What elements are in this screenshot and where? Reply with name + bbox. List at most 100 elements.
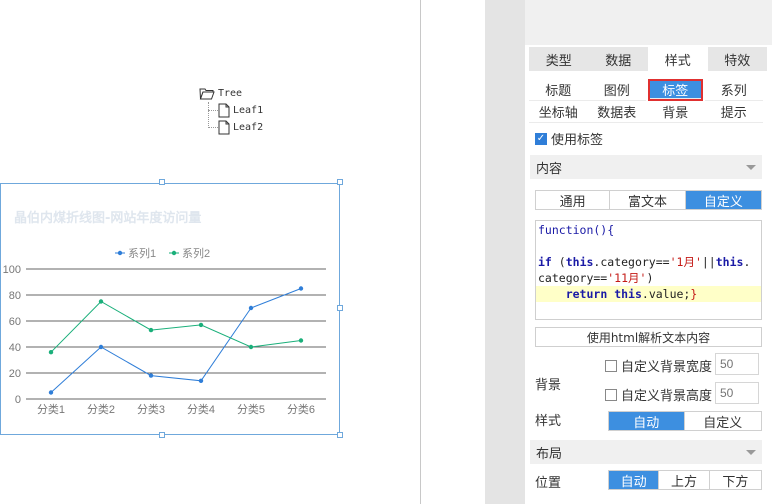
position-label: 位置 xyxy=(535,476,562,491)
x-tick-label: 分类2 xyxy=(87,402,115,416)
tab-type[interactable]: 类型 xyxy=(529,47,589,71)
content-section-title: 内容 xyxy=(536,161,563,177)
y-tick-label: 0 xyxy=(15,394,21,406)
y-tick-label: 80 xyxy=(9,290,21,302)
background-label: 背景 xyxy=(535,378,562,393)
code-token: || xyxy=(701,255,716,269)
style-label: 样式 xyxy=(535,414,562,429)
tree-leaf-label: Leaf2 xyxy=(233,122,264,133)
tree-root[interactable]: Tree xyxy=(199,87,242,100)
tab-effects[interactable]: 特效 xyxy=(708,47,768,71)
code-token: } xyxy=(690,287,698,301)
file-icon xyxy=(218,103,230,118)
code-token: if xyxy=(538,255,552,269)
code-token: this xyxy=(715,255,744,269)
content-mode-richtext[interactable]: 富文本 xyxy=(610,191,686,210)
tab-data[interactable]: 数据 xyxy=(589,47,649,71)
folder-open-icon xyxy=(199,88,215,100)
subtab-label[interactable]: 标签 xyxy=(648,79,703,101)
data-point xyxy=(98,344,104,350)
code-token: . xyxy=(743,255,751,269)
x-tick-label: 分类4 xyxy=(187,402,215,416)
code-token: function(){ xyxy=(538,223,615,237)
x-tick-label: 分类6 xyxy=(287,402,315,416)
legend-label: 系列2 xyxy=(182,246,210,260)
subtab-title[interactable]: 标题 xyxy=(529,79,588,101)
subtab-datasheet[interactable]: 数据表 xyxy=(587,101,646,123)
code-token: category== xyxy=(538,271,608,285)
data-point xyxy=(298,338,304,343)
data-point xyxy=(248,305,254,311)
style-mode-custom[interactable]: 自定义 xyxy=(685,412,762,431)
subtab-background[interactable]: 背景 xyxy=(646,101,705,123)
style-sub-tabs: 标题 图例 标签 系列 坐标轴 数据表 背景 提示 xyxy=(529,79,763,123)
data-point xyxy=(248,344,254,350)
content-mode-selector: 通用 富文本 自定义 xyxy=(535,190,762,210)
content-section-header[interactable]: 内容 xyxy=(530,155,762,179)
y-tick-label: 20 xyxy=(9,368,21,380)
subtab-series[interactable]: 系列 xyxy=(704,79,763,101)
code-token: .category== xyxy=(593,255,670,269)
content-mode-general[interactable]: 通用 xyxy=(536,191,611,210)
tree-leaf[interactable]: Leaf1 xyxy=(218,103,263,118)
custom-bg-width-text: 自定义背景宽度 xyxy=(621,360,713,375)
custom-bg-height-checkbox[interactable] xyxy=(605,388,617,401)
data-point xyxy=(198,322,204,328)
layout-section-header[interactable]: 布局 xyxy=(530,440,762,464)
legend-marker xyxy=(117,250,123,256)
tree-root-label: Tree xyxy=(218,88,243,99)
html-parse-button[interactable]: 使用html解析文本内容 xyxy=(535,327,762,347)
custom-bg-height-option[interactable]: 自定义背景高度 xyxy=(605,385,712,404)
position-mode-top[interactable]: 上方 xyxy=(659,471,710,490)
tree-leaf-label: Leaf1 xyxy=(233,105,264,116)
custom-bg-width-option[interactable]: 自定义背景宽度 xyxy=(605,356,712,375)
use-label-checkbox[interactable]: ✓ xyxy=(535,132,547,145)
style-mode-selector: 自动 自定义 xyxy=(608,411,762,431)
data-point xyxy=(48,350,54,355)
style-mode-auto[interactable]: 自动 xyxy=(609,412,685,431)
custom-bg-height-text: 自定义背景高度 xyxy=(621,389,713,404)
tree-connector xyxy=(208,110,218,111)
x-tick-label: 分类1 xyxy=(37,402,65,416)
data-point xyxy=(198,378,204,383)
tree-connector xyxy=(208,102,209,128)
code-token: return xyxy=(565,287,608,301)
custom-bg-height-input[interactable] xyxy=(715,382,759,404)
panel-header-area xyxy=(525,0,772,45)
legend-marker xyxy=(171,250,177,256)
y-tick-label: 60 xyxy=(9,316,21,328)
series-line xyxy=(50,288,302,393)
subtab-legend[interactable]: 图例 xyxy=(587,79,646,101)
use-label-text: 使用标签 xyxy=(551,133,604,148)
position-mode-bottom[interactable]: 下方 xyxy=(710,471,761,490)
line-chart: 0 20 40 60 80 100 分类1 分类2 分类3 分类4 分类5 分类6 系列1 系列2 xyxy=(3,246,326,416)
file-icon xyxy=(218,120,230,135)
custom-bg-width-checkbox[interactable] xyxy=(605,359,617,372)
content-mode-custom[interactable]: 自定义 xyxy=(685,191,761,210)
legend-label: 系列1 xyxy=(128,246,156,260)
custom-bg-width-input[interactable] xyxy=(715,353,759,375)
data-point xyxy=(298,286,304,291)
data-point xyxy=(48,390,54,395)
panel-left-strip xyxy=(485,0,525,504)
data-point xyxy=(98,299,104,304)
y-tick-label: 100 xyxy=(3,264,21,276)
tab-style[interactable]: 样式 xyxy=(648,47,708,71)
x-tick-label: 分类5 xyxy=(237,402,265,416)
code-token: this xyxy=(565,255,594,269)
tree-connector xyxy=(208,127,218,128)
layout-section-title: 布局 xyxy=(536,446,563,462)
y-tick-label: 40 xyxy=(9,342,21,354)
subtab-tooltip[interactable]: 提示 xyxy=(704,101,763,123)
series-line xyxy=(50,300,302,353)
tree-leaf[interactable]: Leaf2 xyxy=(218,120,263,135)
code-token: '11月' xyxy=(607,271,647,285)
subtab-axis[interactable]: 坐标轴 xyxy=(529,101,588,123)
custom-code-editor[interactable]: function(){ if (this.category=='1月'||thi… xyxy=(535,220,762,320)
data-point xyxy=(148,327,154,333)
use-label-option[interactable]: ✓ 使用标签 xyxy=(535,129,603,148)
position-mode-auto[interactable]: 自动 xyxy=(609,471,660,490)
code-token: .value; xyxy=(641,287,691,301)
canvas-gutter xyxy=(421,0,485,504)
code-token: '1月' xyxy=(669,255,702,269)
